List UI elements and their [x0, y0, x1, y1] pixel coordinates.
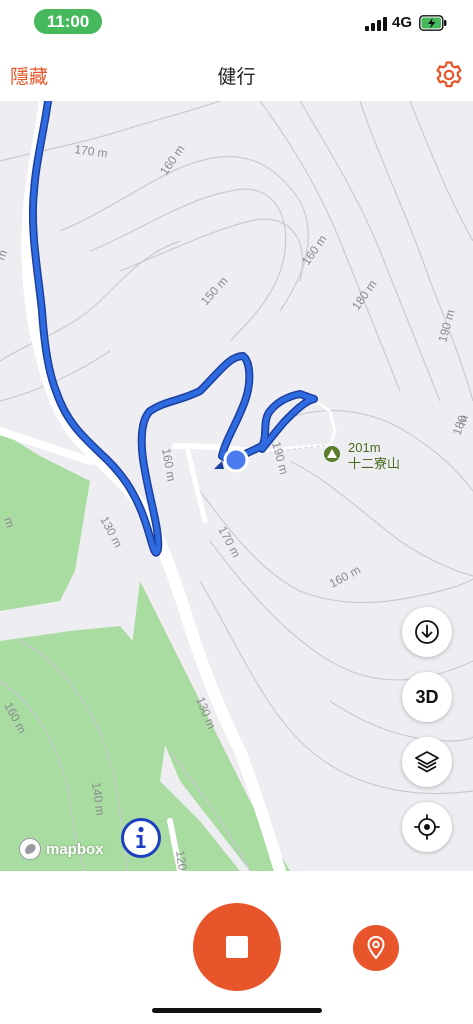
- location-pin-icon: [367, 935, 385, 960]
- status-bar: 11:00 4G: [0, 0, 473, 46]
- trail-map[interactable]: 170 m 160 m 160 m 150 m 180 m 190 m 180 …: [0, 101, 473, 871]
- contour-label: 180 m: [349, 277, 380, 312]
- contour-label: 160 m: [159, 447, 179, 482]
- contour-label: 160 m: [157, 142, 188, 177]
- contour-label: m: [0, 248, 10, 262]
- download-icon: [415, 620, 439, 644]
- contour-label: 160 m: [299, 232, 330, 267]
- info-icon[interactable]: [120, 817, 162, 859]
- hide-button[interactable]: 隱藏: [10, 62, 48, 89]
- bottom-toolbar: [0, 871, 473, 1024]
- locate-icon: [414, 814, 440, 840]
- contour-label: 130 m: [97, 514, 125, 550]
- current-location-dot: [223, 447, 249, 473]
- peak-label: 201m 十二寮山: [348, 440, 400, 472]
- 3d-toggle-button[interactable]: 3D: [402, 672, 452, 722]
- peak-elevation: 201m: [348, 440, 381, 455]
- contour-label: 170 m: [74, 142, 109, 161]
- contour-label: 190 m: [269, 440, 291, 476]
- page-title: 健行: [217, 67, 256, 88]
- contour-label: 160 m: [327, 563, 363, 591]
- signal-strength-icon: [365, 17, 387, 31]
- battery-charging-icon: [419, 15, 447, 31]
- map-layers-button[interactable]: [402, 737, 452, 787]
- home-indicator: [152, 1008, 322, 1013]
- mapbox-wordmark: mapbox: [46, 840, 104, 858]
- mapbox-attribution[interactable]: mapbox: [18, 836, 104, 862]
- add-waypoint-button[interactable]: [353, 925, 399, 971]
- status-time: 11:00: [34, 9, 102, 34]
- contour-label: 190 m: [435, 308, 457, 344]
- heading-arrow: [214, 461, 224, 469]
- nav-bar: 隱藏 健行: [0, 46, 473, 101]
- stop-icon: [226, 936, 248, 958]
- stop-recording-button[interactable]: [193, 903, 281, 991]
- mapbox-logo-icon: [19, 838, 41, 860]
- contour-label: 120: [173, 849, 190, 871]
- gear-icon[interactable]: [434, 60, 464, 90]
- download-map-button[interactable]: [402, 607, 452, 657]
- 3d-label: 3D: [415, 686, 439, 707]
- recenter-button[interactable]: [402, 802, 452, 852]
- layers-icon: [415, 751, 439, 773]
- side-road: [185, 448, 208, 524]
- peak-name: 十二寮山: [348, 456, 401, 471]
- network-type: 4G: [392, 14, 413, 31]
- contour-label: 150 m: [198, 274, 231, 308]
